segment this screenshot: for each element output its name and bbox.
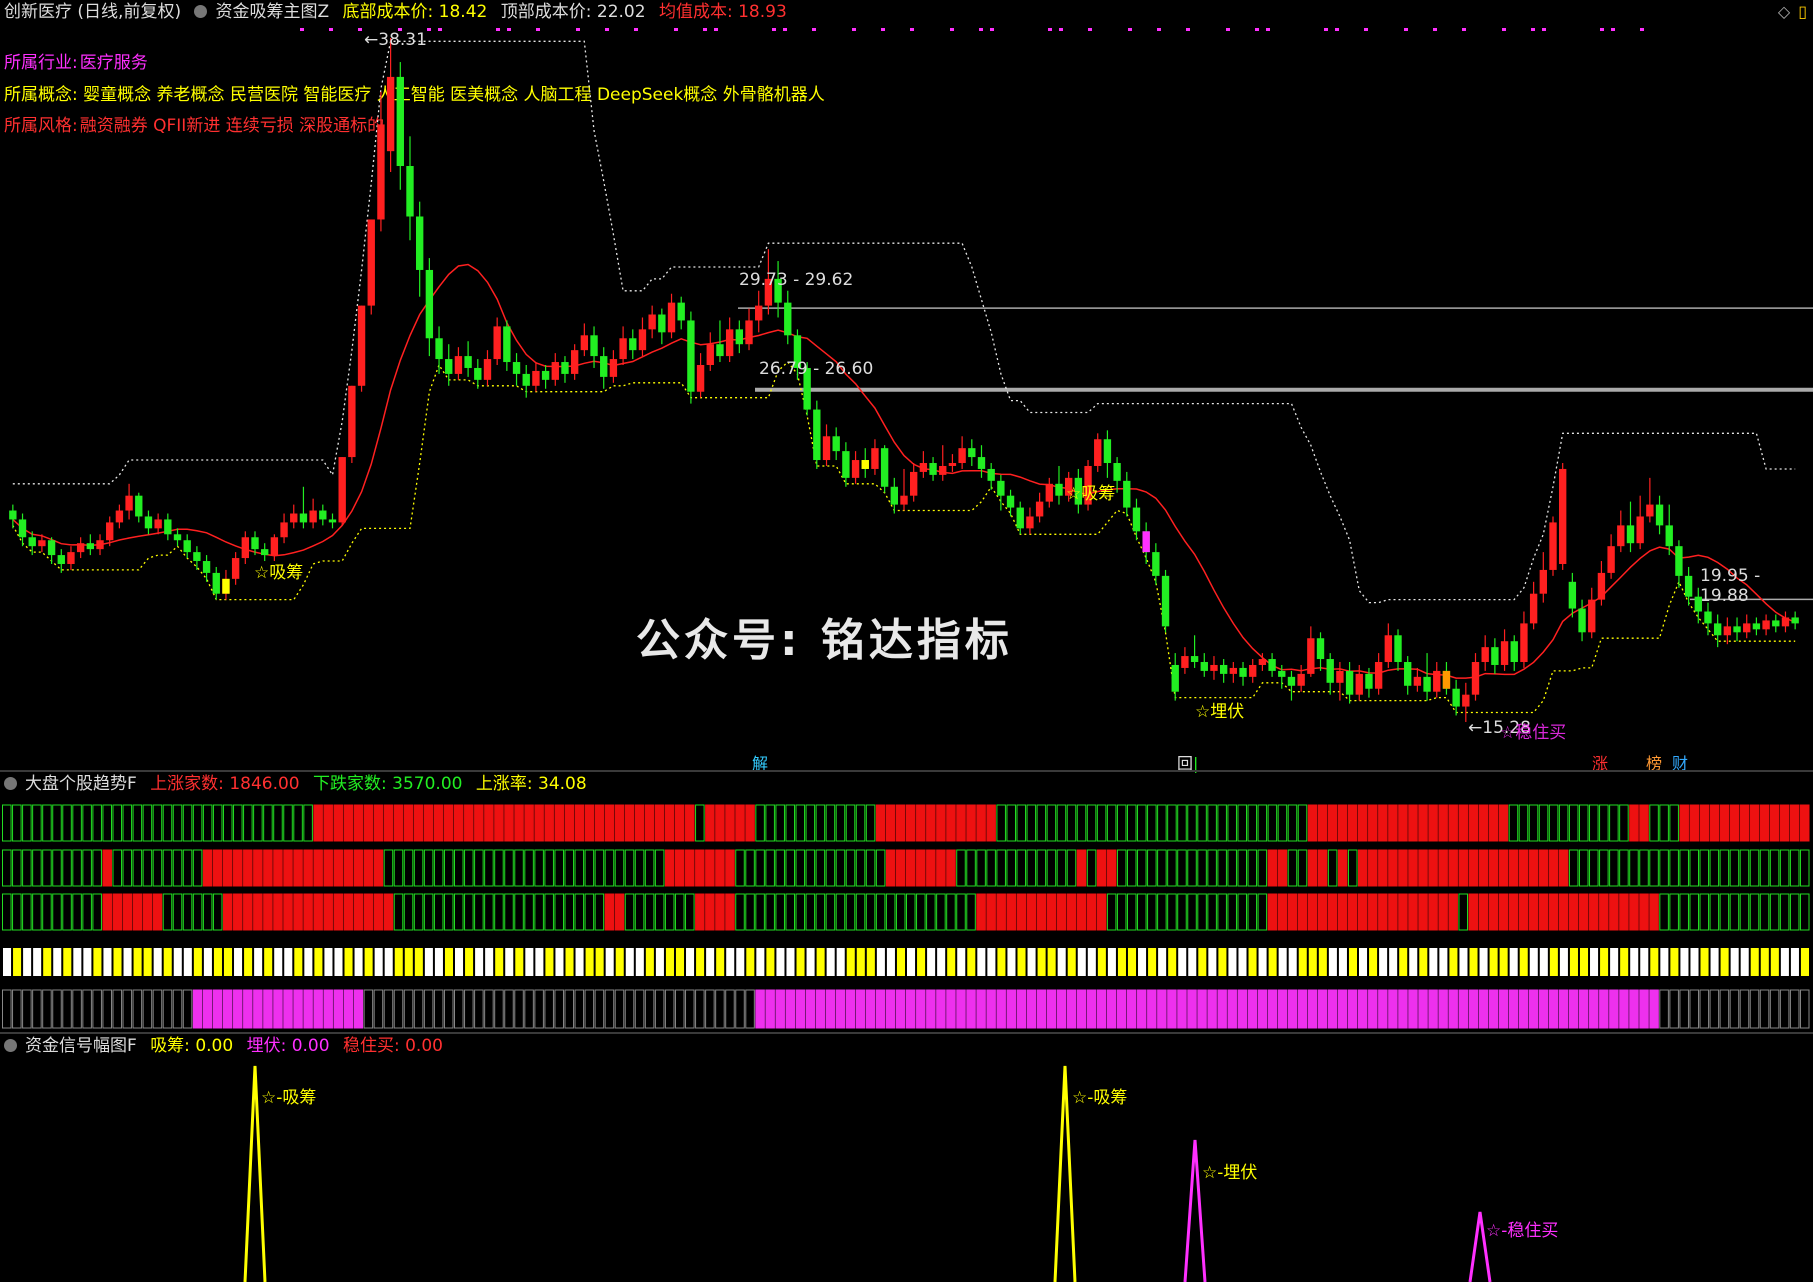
peak-label-xichou-2: ☆-吸筹 (1072, 1088, 1128, 1108)
peak-label-xichou-1: ☆-吸筹 (261, 1088, 317, 1108)
peak-label-maifu: ☆-埋伏 (1202, 1163, 1258, 1183)
peak-label-wenzhumai: ☆-稳住买 (1486, 1221, 1559, 1241)
